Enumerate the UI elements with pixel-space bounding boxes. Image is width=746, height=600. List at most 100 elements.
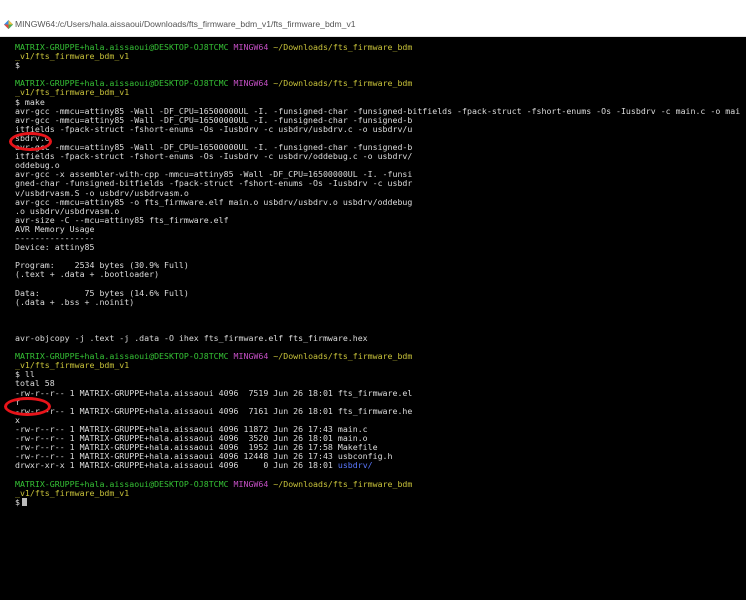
output-line: avr-gcc -mmcu=attiny85 -Wall -DF_CPU=165… <box>15 107 740 116</box>
command-line: $ <box>15 61 740 70</box>
output-line: -rw-r--r-- 1 MATRIX-GRUPPE+hala.aissaoui… <box>15 443 740 452</box>
directory-name: usbdrv/ <box>337 461 373 471</box>
prompt-path-continued: _v1/fts_firmware_bdm_v1 <box>15 52 740 61</box>
terminal-lines: MATRIX-GRUPPE+hala.aissaoui@DESKTOP-OJ8T… <box>15 43 740 507</box>
output-text: -rw-r--r-- 1 MATRIX-GRUPPE+hala.aissaoui… <box>15 452 393 462</box>
output-line: itfields -fpack-struct -fshort-enums -Os… <box>15 152 740 161</box>
output-text: sbdrv.o <box>15 133 50 143</box>
listing-line: drwxr-xr-x 1 MATRIX-GRUPPE+hala.aissaoui… <box>15 461 740 470</box>
output-text: Data: 75 bytes (14.6% Full) <box>15 288 189 298</box>
output-line: (.text + .data + .bootloader) <box>15 270 740 279</box>
command-text: $ <box>15 497 20 507</box>
output-text: oddebug.o <box>15 161 60 171</box>
prompt-line: MATRIX-GRUPPE+hala.aissaoui@DESKTOP-OJ8T… <box>15 352 740 361</box>
terminal-output[interactable]: MATRIX-GRUPPE+hala.aissaoui@DESKTOP-OJ8T… <box>0 37 746 600</box>
prompt-path: _v1/fts_firmware_bdm_v1 <box>15 88 130 98</box>
output-text: (.text + .data + .bootloader) <box>15 270 160 280</box>
output-line: avr-gcc -mmcu=attiny85 -Wall -DF_CPU=165… <box>15 116 740 125</box>
output-text: avr-gcc -mmcu=attiny85 -Wall -DF_CPU=165… <box>15 106 740 116</box>
window-title: MINGW64:/c/Users/hala.aissaoui/Downloads… <box>15 19 356 29</box>
output-text: -rw-r--r-- 1 MATRIX-GRUPPE+hala.aissaoui… <box>15 406 413 416</box>
command-line: $ make <box>15 98 740 107</box>
output-line: -rw-r--r-- 1 MATRIX-GRUPPE+hala.aissaoui… <box>15 389 740 398</box>
prompt-path: _v1/fts_firmware_bdm_v1 <box>15 361 130 371</box>
output-text: AVR Memory Usage <box>15 224 95 234</box>
output-line: avr-size -C --mcu=attiny85 fts_firmware.… <box>15 216 740 225</box>
command-line: $ <box>15 498 740 507</box>
prompt-user-host: MATRIX-GRUPPE+hala.aissaoui@DESKTOP-OJ8T… <box>15 79 229 89</box>
output-text: -rw-r--r-- 1 MATRIX-GRUPPE+hala.aissaoui… <box>15 388 413 398</box>
prompt-user-host: MATRIX-GRUPPE+hala.aissaoui@DESKTOP-OJ8T… <box>15 479 229 489</box>
prompt-path-continued: _v1/fts_firmware_bdm_v1 <box>15 88 740 97</box>
prompt-line: MATRIX-GRUPPE+hala.aissaoui@DESKTOP-OJ8T… <box>15 43 740 52</box>
text-cursor <box>21 498 27 507</box>
prompt-path: ~/Downloads/fts_firmware_bdm <box>273 79 413 89</box>
prompt-user-host: MATRIX-GRUPPE+hala.aissaoui@DESKTOP-OJ8T… <box>15 352 229 362</box>
command-text: $ ll <box>15 370 35 380</box>
output-line: gned-char -funsigned-bitfields -fpack-st… <box>15 179 740 188</box>
prompt-env: MINGW64 <box>233 79 269 89</box>
output-line: avr-gcc -x assembler-with-cpp -mmcu=atti… <box>15 170 740 179</box>
command-line: $ ll <box>15 370 740 379</box>
prompt-path-continued: _v1/fts_firmware_bdm_v1 <box>15 489 740 498</box>
prompt-path: ~/Downloads/fts_firmware_bdm <box>273 479 413 489</box>
command-text: $ <box>15 61 20 71</box>
prompt-path: ~/Downloads/fts_firmware_bdm <box>273 43 413 52</box>
output-text: v/usbdrvasm.S -o usbdrv/usbdrvasm.o <box>15 188 189 198</box>
output-line: avr-objcopy -j .text -j .data -O ihex ft… <box>15 334 740 343</box>
output-line: Data: 75 bytes (14.6% Full) <box>15 289 740 298</box>
prompt-path: ~/Downloads/fts_firmware_bdm <box>273 352 413 362</box>
prompt-env: MINGW64 <box>233 352 269 362</box>
output-text: itfields -fpack-struct -fshort-enums -Os… <box>15 124 413 134</box>
output-line: sbdrv.o <box>15 134 740 143</box>
prompt-path-continued: _v1/fts_firmware_bdm_v1 <box>15 361 740 370</box>
output-line: Program: 2534 bytes (30.9% Full) <box>15 261 740 270</box>
prompt-line: MATRIX-GRUPPE+hala.aissaoui@DESKTOP-OJ8T… <box>15 480 740 489</box>
output-text: avr-gcc -x assembler-with-cpp -mmcu=atti… <box>15 170 413 180</box>
output-line: -rw-r--r-- 1 MATRIX-GRUPPE+hala.aissaoui… <box>15 425 740 434</box>
output-text: avr-size -C --mcu=attiny85 fts_firmware.… <box>15 215 229 225</box>
output-text: (.data + .bss + .noinit) <box>15 297 135 307</box>
output-line: ---------------- <box>15 234 740 243</box>
mingw-app-icon <box>4 20 13 29</box>
output-line: -rw-r--r-- 1 MATRIX-GRUPPE+hala.aissaoui… <box>15 452 740 461</box>
output-text: f <box>15 397 20 407</box>
output-line: .o usbdrv/usbdrvasm.o <box>15 207 740 216</box>
output-line: AVR Memory Usage <box>15 225 740 234</box>
output-line: f <box>15 398 740 407</box>
output-text: Device: attiny85 <box>15 243 95 253</box>
prompt-env: MINGW64 <box>233 43 269 52</box>
output-line: total 58 <box>15 379 740 388</box>
output-text: ---------------- <box>15 233 95 243</box>
output-text: avr-gcc -mmcu=attiny85 -Wall -DF_CPU=165… <box>15 115 413 125</box>
output-line: avr-gcc -mmcu=attiny85 -o fts_firmware.e… <box>15 198 740 207</box>
output-text: gned-char -funsigned-bitfields -fpack-st… <box>15 179 413 189</box>
output-text: avr-gcc -mmcu=attiny85 -Wall -DF_CPU=165… <box>15 143 413 153</box>
output-text: -rw-r--r-- 1 MATRIX-GRUPPE+hala.aissaoui… <box>15 434 368 444</box>
output-text: -rw-r--r-- 1 MATRIX-GRUPPE+hala.aissaoui… <box>15 443 378 453</box>
output-line: (.data + .bss + .noinit) <box>15 298 740 307</box>
output-line: -rw-r--r-- 1 MATRIX-GRUPPE+hala.aissaoui… <box>15 407 740 416</box>
output-line: v/usbdrvasm.S -o usbdrv/usbdrvasm.o <box>15 189 740 198</box>
output-text: .o usbdrv/usbdrvasm.o <box>15 206 120 216</box>
output-text: Program: 2534 bytes (30.9% Full) <box>15 261 189 271</box>
prompt-path: _v1/fts_firmware_bdm_v1 <box>15 488 130 498</box>
output-line: -rw-r--r-- 1 MATRIX-GRUPPE+hala.aissaoui… <box>15 434 740 443</box>
output-line: avr-gcc -mmcu=attiny85 -Wall -DF_CPU=165… <box>15 143 740 152</box>
output-text: x <box>15 415 20 425</box>
prompt-env: MINGW64 <box>233 479 269 489</box>
output-line: Device: attiny85 <box>15 243 740 252</box>
prompt-line: MATRIX-GRUPPE+hala.aissaoui@DESKTOP-OJ8T… <box>15 79 740 88</box>
output-text: avr-objcopy -j .text -j .data -O ihex ft… <box>15 334 368 343</box>
output-line: x <box>15 416 740 425</box>
window-title-bar[interactable]: MINGW64:/c/Users/hala.aissaoui/Downloads… <box>0 0 746 37</box>
output-text: avr-gcc -mmcu=attiny85 -o fts_firmware.e… <box>15 197 413 207</box>
output-line: oddebug.o <box>15 161 740 170</box>
output-text: total 58 <box>15 379 55 389</box>
